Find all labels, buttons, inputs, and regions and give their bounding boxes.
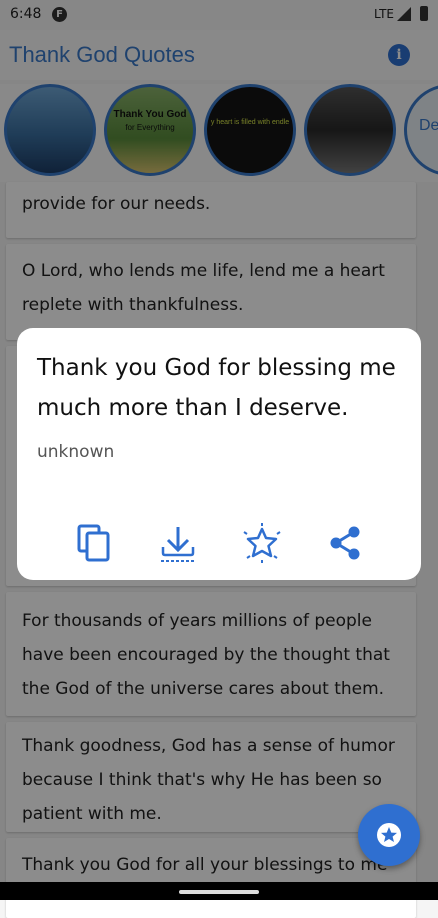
download-icon [161, 527, 195, 562]
home-gesture-handle[interactable] [179, 890, 259, 894]
favorites-fab[interactable] [358, 804, 420, 866]
share-icon [330, 526, 360, 560]
navigation-bar [0, 882, 438, 900]
share-button[interactable] [322, 520, 368, 566]
copy-button[interactable] [71, 520, 117, 566]
dialog-actions [17, 520, 421, 566]
copy-icon [77, 524, 110, 562]
dialog-author: unknown [37, 442, 115, 462]
quote-dialog: Thank you God for blessing me much more … [17, 328, 421, 580]
star-badge-icon [377, 823, 401, 847]
favorite-button[interactable] [239, 520, 285, 566]
favorite-star-icon [243, 523, 281, 563]
download-button[interactable] [155, 520, 201, 566]
dialog-quote-text: Thank you God for blessing me much more … [37, 355, 396, 421]
